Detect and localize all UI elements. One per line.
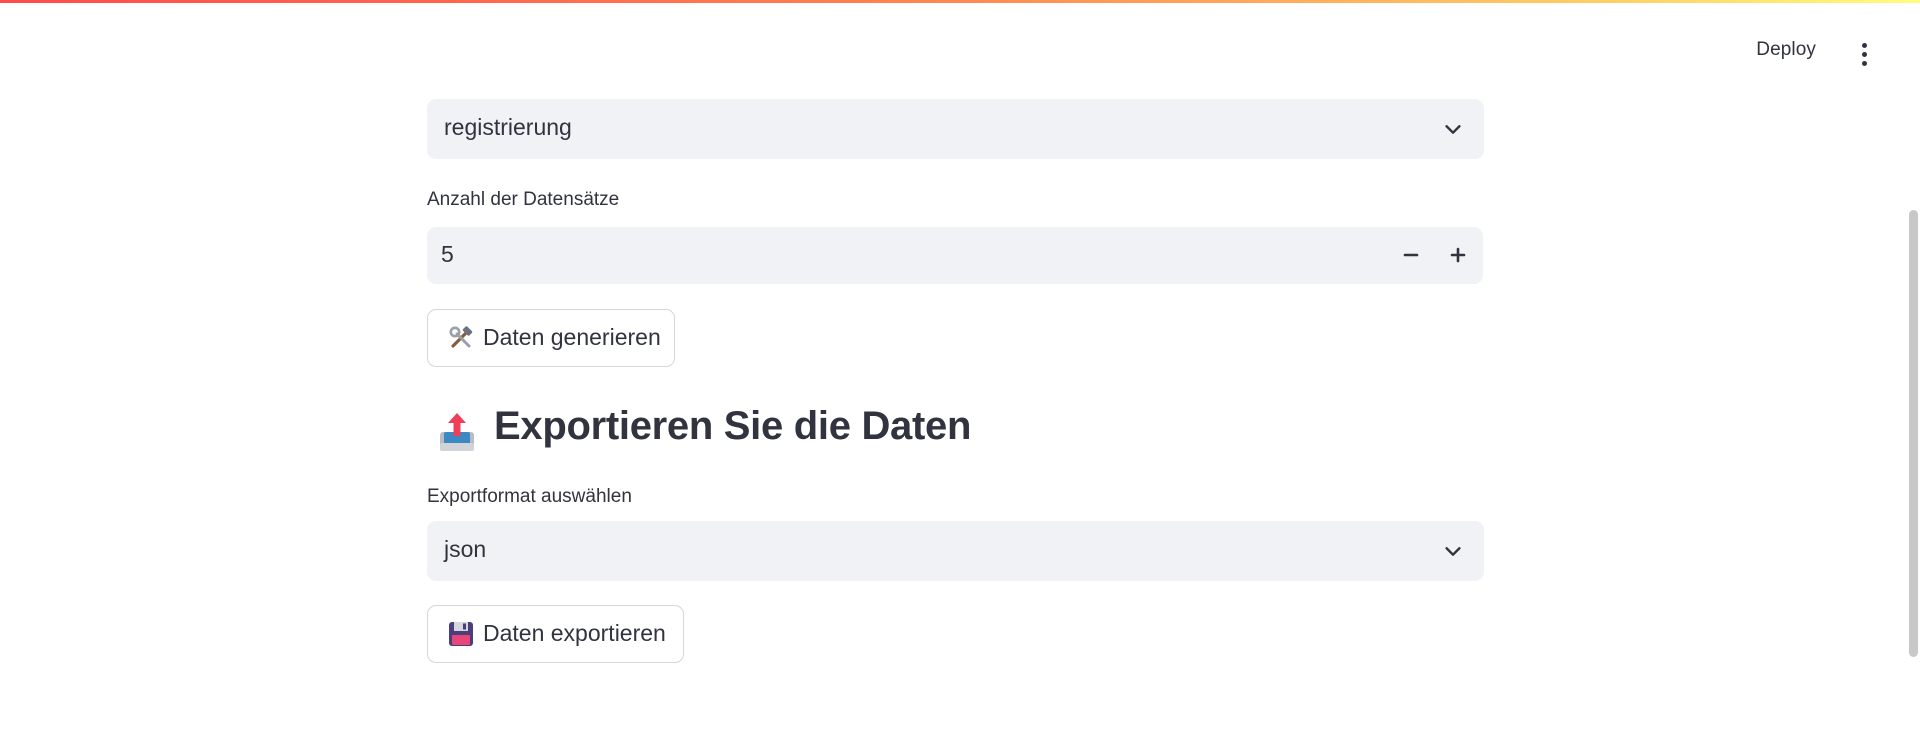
export-format-value: json: [444, 536, 487, 562]
record-count-label: Anzahl der Datensätze: [427, 189, 620, 210]
scrollbar-thumb[interactable]: [1909, 210, 1918, 657]
chevron-down-icon: [1445, 547, 1461, 556]
generate-data-button[interactable]: Daten generieren: [427, 309, 675, 367]
page-scrollbar[interactable]: [1906, 0, 1920, 749]
generate-data-label: Daten generieren: [483, 324, 661, 350]
record-count-value: 5: [441, 241, 454, 267]
floppy-disk-icon: [449, 622, 473, 646]
export-data-label: Daten exportieren: [483, 620, 666, 646]
kebab-menu-icon: [1852, 43, 1876, 66]
main-menu-button[interactable]: [1852, 43, 1876, 71]
export-data-button[interactable]: Daten exportieren: [427, 605, 684, 663]
template-select-value: registrierung: [444, 114, 572, 140]
export-section-title: Exportieren Sie die Daten: [494, 404, 972, 448]
export-format-select[interactable]: json: [427, 521, 1484, 581]
export-format-label: Exportformat auswählen: [427, 486, 632, 507]
record-count-input[interactable]: 5: [427, 227, 1483, 284]
chevron-down-icon: [1445, 125, 1461, 134]
hammer-and-wrench-icon: [449, 326, 473, 348]
minus-icon[interactable]: [1397, 241, 1425, 269]
deploy-button[interactable]: Deploy: [1756, 39, 1816, 61]
outbox-tray-icon: [440, 413, 474, 451]
app-header: Deploy: [0, 3, 1920, 103]
template-select[interactable]: registrierung: [427, 99, 1484, 159]
plus-icon[interactable]: [1444, 241, 1472, 269]
